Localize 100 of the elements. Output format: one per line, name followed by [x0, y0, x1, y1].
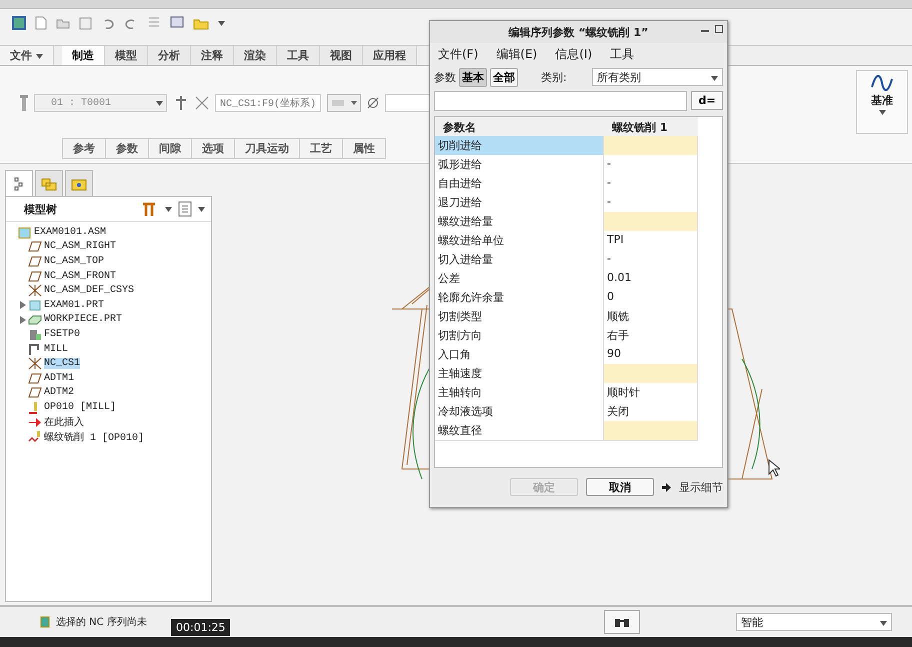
parameter-value[interactable]: 关闭: [604, 402, 698, 422]
mode-button[interactable]: 全部: [490, 68, 518, 86]
sub-tab[interactable]: 选项: [191, 138, 234, 159]
parameter-name[interactable]: 切割类型: [435, 307, 604, 327]
tree-item[interactable]: MILL: [44, 344, 68, 355]
parameter-value[interactable]: 0: [604, 288, 698, 308]
parameter-name[interactable]: 切割方向: [435, 326, 604, 346]
parameter-name[interactable]: 公差: [435, 269, 604, 289]
expand-arrow-icon[interactable]: [20, 301, 26, 310]
parameter-value[interactable]: 90: [604, 345, 698, 365]
parameter-value[interactable]: -: [604, 174, 698, 194]
sub-tab[interactable]: 间隙: [148, 138, 191, 159]
parameter-value[interactable]: -: [604, 250, 698, 270]
sub-tab[interactable]: 属性: [342, 138, 386, 159]
parameter-value[interactable]: -: [604, 155, 698, 175]
menu-tab[interactable]: 分析: [148, 46, 191, 65]
save-icon[interactable]: [79, 16, 92, 30]
parameter-value[interactable]: 0.01: [604, 269, 698, 289]
formula-button[interactable]: d=: [691, 91, 723, 110]
csys-icon: [28, 357, 42, 370]
csys-icon[interactable]: [195, 96, 209, 110]
parameter-name[interactable]: 入口角: [435, 345, 604, 365]
tree-item[interactable]: ADTM1: [44, 372, 74, 384]
tree-item[interactable]: WORKPIECE.PRT: [44, 314, 122, 326]
menu-tab[interactable]: 制造: [62, 46, 105, 65]
tree-tab[interactable]: [5, 170, 33, 196]
params-label: 参数: [434, 70, 456, 84]
tree-item[interactable]: NC_CS1: [44, 358, 80, 370]
mode-button[interactable]: 基本: [459, 68, 487, 86]
category-select[interactable]: 所有类别: [592, 68, 723, 86]
sub-tab[interactable]: 刀具运动: [234, 138, 299, 159]
parameter-name[interactable]: 主轴转向: [435, 383, 604, 403]
diameter-field[interactable]: [385, 94, 432, 112]
menu-tab[interactable]: 注释: [191, 46, 234, 65]
tree-item[interactable]: EXAM0101.ASM: [34, 226, 106, 238]
sub-tab[interactable]: 工艺: [299, 138, 342, 159]
dropdown-button-icon[interactable]: [327, 94, 362, 112]
tree-item[interactable]: 在此插入: [44, 415, 84, 430]
cancel-button[interactable]: 取消: [586, 478, 654, 496]
tree-item[interactable]: EXAM01.PRT: [44, 300, 104, 311]
parameter-name[interactable]: 螺纹进给单位: [435, 231, 604, 251]
parameter-name[interactable]: 冷却液选项: [435, 402, 604, 422]
menu-tab[interactable]: 工具: [277, 46, 320, 65]
expand-arrow-icon[interactable]: [20, 316, 26, 324]
menu-tab[interactable]: 文件: [0, 46, 54, 65]
tree-item[interactable]: OP010 [MILL]: [44, 402, 116, 413]
menu-tab[interactable]: 模型: [105, 46, 148, 65]
new-file-icon[interactable]: [35, 16, 47, 30]
parameter-name[interactable]: 螺纹直径: [435, 421, 604, 441]
maximize-icon[interactable]: [715, 25, 723, 33]
tree-item[interactable]: NC_ASM_DEF_CSYS: [44, 285, 134, 296]
parameter-name[interactable]: 切入进给量: [435, 250, 604, 270]
fixture-icon: [28, 328, 42, 341]
plane-icon: [28, 372, 42, 385]
tree-item[interactable]: NC_ASM_RIGHT: [44, 241, 116, 252]
parameter-name[interactable]: 螺纹进给量: [435, 212, 604, 232]
caret-icon: [711, 76, 718, 80]
menu-item[interactable]: 信息(I): [555, 46, 592, 62]
list-settings-icon[interactable]: [178, 201, 192, 217]
tree-item[interactable]: 螺纹铣削 1 [OP010]: [44, 430, 144, 444]
menu-tab[interactable]: 视图: [320, 46, 363, 65]
tree-item[interactable]: NC_ASM_TOP: [44, 256, 104, 267]
filter-select[interactable]: 智能: [736, 613, 892, 631]
parameter-name[interactable]: 切削进给: [435, 136, 604, 156]
tree-item[interactable]: FSETP0: [44, 328, 80, 340]
menu-tab[interactable]: 渲染: [234, 46, 277, 65]
datum-panel[interactable]: 基准: [856, 70, 908, 134]
parameter-name[interactable]: 轮廓允许余量: [435, 288, 604, 308]
app-icon[interactable]: [12, 16, 26, 30]
video-time-tooltip: 00:01:25: [171, 619, 230, 636]
find-button[interactable]: [604, 610, 640, 634]
parameter-name[interactable]: 弧形进给: [435, 155, 604, 175]
message-icon: [40, 616, 50, 628]
sub-tab[interactable]: 参考: [62, 138, 105, 159]
windows-icon[interactable]: [170, 16, 184, 30]
tree-item[interactable]: ADTM2: [44, 387, 74, 398]
parameter-value[interactable]: 顺铣: [604, 307, 698, 327]
sub-tab[interactable]: 参数: [105, 138, 148, 159]
parameter-value[interactable]: -: [604, 193, 698, 213]
parameter-name[interactable]: 自由进给: [435, 174, 604, 194]
show-details-link[interactable]: 显示细节: [679, 480, 723, 494]
tool-icon: [20, 95, 28, 111]
tool-holder-icon[interactable]: [173, 95, 189, 111]
tree-item[interactable]: NC_ASM_FRONT: [44, 270, 116, 282]
menu-tab[interactable]: 应用程: [363, 46, 417, 65]
parameter-name[interactable]: 主轴速度: [435, 364, 604, 384]
parameter-name[interactable]: 退刀进给: [435, 193, 604, 213]
parameter-value[interactable]: TPI: [604, 231, 698, 251]
datum-curve-icon: [871, 75, 893, 91]
menu-item[interactable]: 工具: [610, 46, 634, 62]
csys-field[interactable]: NC_CS1:F9(坐标系): [215, 94, 322, 112]
search-field[interactable]: [434, 91, 687, 111]
open-folder-icon[interactable]: [56, 17, 70, 29]
mouse-cursor-icon: [768, 459, 780, 477]
parameter-value[interactable]: 顺时针: [604, 383, 698, 403]
folders-icon: [41, 176, 57, 190]
parameter-value[interactable]: 右手: [604, 326, 698, 346]
menu-item[interactable]: 文件(F): [438, 46, 478, 62]
favorites-tab[interactable]: [65, 170, 93, 196]
menu-item[interactable]: 编辑(E): [496, 46, 538, 62]
